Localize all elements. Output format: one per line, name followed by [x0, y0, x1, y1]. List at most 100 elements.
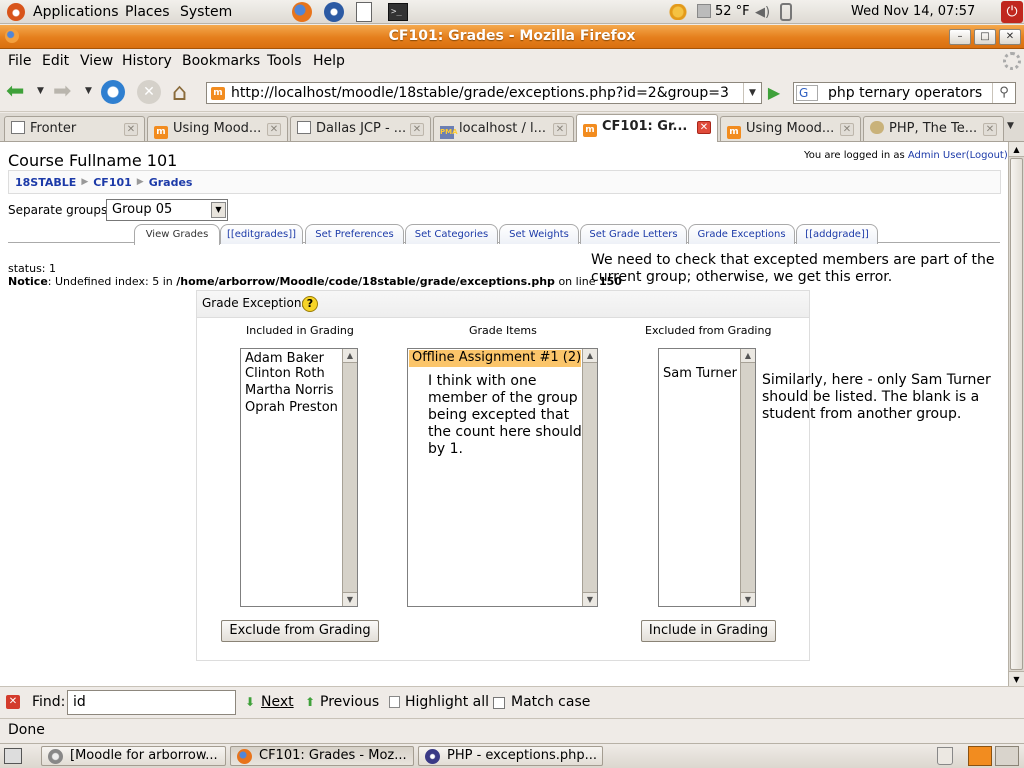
scroll-up-icon[interactable]: ▲ [343, 349, 357, 363]
scroll-up-icon[interactable]: ▲ [741, 349, 755, 363]
logout-link[interactable]: (Logout) [966, 150, 1008, 161]
tab-dallas-jcp[interactable]: Dallas JCP - ... ✕ [290, 116, 431, 141]
weather-icon[interactable] [668, 4, 688, 20]
url-text[interactable]: http://localhost/moodle/18stable/grade/e… [231, 85, 729, 101]
match-case-label[interactable]: Match case [511, 694, 590, 710]
highlight-icon[interactable] [389, 696, 400, 708]
menu-view[interactable]: View [80, 53, 113, 69]
tab-php-the-te[interactable]: PHP, The Te... ✕ [863, 116, 1004, 141]
forward-history-chevron-icon[interactable]: ▼ [85, 86, 92, 96]
search-engine-icon[interactable]: G [796, 85, 818, 101]
search-bar[interactable]: G php ternary operators ⚲ [793, 82, 1016, 104]
system-menu[interactable]: System [180, 4, 232, 20]
help-icon[interactable]: ? [302, 296, 318, 312]
workspace-1[interactable] [968, 746, 992, 766]
forward-icon[interactable]: ➡ [53, 81, 71, 103]
window-titlebar[interactable]: CF101: Grades - Mozilla Firefox – □ ✕ [0, 25, 1024, 49]
excluded-list[interactable]: Sam Turner ▲ ▼ [658, 348, 756, 607]
tab-using-moodle-2[interactable]: m Using Mood... ✕ [720, 116, 861, 141]
weather-temperature[interactable]: 52 °F [715, 4, 750, 19]
close-tab-icon[interactable]: ✕ [410, 123, 424, 136]
close-tab-icon[interactable]: ✕ [124, 123, 138, 136]
task-moodle-for-arborrow[interactable]: [Moodle for arborrow... [41, 746, 226, 766]
workspace-2[interactable] [995, 746, 1019, 766]
scroll-thumb[interactable] [1010, 158, 1023, 670]
email-launcher-icon[interactable] [324, 2, 344, 22]
tab-phpmyadmin[interactable]: PMAlocalhost / l... ✕ [433, 116, 574, 141]
scroll-down-icon[interactable]: ▼ [583, 592, 597, 606]
power-icon[interactable]: ⏻ [1001, 1, 1023, 23]
firefox-launcher-icon[interactable] [292, 2, 312, 22]
document-launcher-icon[interactable] [356, 2, 372, 22]
panel-clock[interactable]: Wed Nov 14, 07:57 [851, 4, 975, 19]
highlight-all-button[interactable]: Highlight all [405, 694, 489, 710]
close-tab-icon[interactable]: ✕ [553, 123, 567, 136]
match-case-checkbox[interactable] [493, 697, 505, 709]
tab-set-preferences[interactable]: Set Preferences [305, 224, 404, 244]
scroll-down-icon[interactable]: ▼ [1009, 671, 1024, 686]
tab-list-chevron-icon[interactable]: ▼ [1007, 121, 1014, 131]
breadcrumb-18stable[interactable]: 18STABLE [15, 176, 76, 189]
scrollbar[interactable]: ▲ ▼ [740, 349, 755, 606]
scroll-up-icon[interactable]: ▲ [583, 349, 597, 363]
include-in-grading-button[interactable]: Include in Grading [641, 620, 776, 642]
tab-cf101-grades[interactable]: m CF101: Gr... ✕ [576, 114, 718, 142]
scroll-down-icon[interactable]: ▼ [741, 592, 755, 606]
applications-menu[interactable]: Applications [33, 4, 119, 20]
close-tab-icon[interactable]: ✕ [840, 123, 854, 136]
maximize-button[interactable]: □ [974, 29, 996, 45]
stop-icon[interactable]: ✕ [137, 80, 161, 104]
url-dropdown-icon[interactable]: ▼ [743, 83, 761, 103]
included-list[interactable]: Adam Baker Clinton Roth Martha Norris Op… [240, 348, 358, 607]
group-select[interactable]: Group 05 ▼ [106, 199, 228, 221]
show-desktop-icon[interactable] [4, 748, 22, 764]
scroll-down-icon[interactable]: ▼ [343, 592, 357, 606]
url-bar[interactable]: m http://localhost/moodle/18stable/grade… [206, 82, 762, 104]
menu-tools[interactable]: Tools [267, 53, 302, 69]
search-text[interactable]: php ternary operators [828, 85, 982, 101]
home-icon[interactable]: ⌂ [172, 79, 187, 105]
tab-set-weights[interactable]: Set Weights [499, 224, 579, 244]
find-next-button[interactable]: Next [261, 694, 294, 710]
close-window-button[interactable]: ✕ [999, 29, 1021, 45]
places-menu[interactable]: Places [125, 4, 170, 20]
list-item[interactable]: Martha Norris [241, 383, 357, 400]
find-input-value[interactable]: id [73, 694, 86, 710]
breadcrumb-grades[interactable]: Grades [149, 176, 193, 189]
task-php-exceptions[interactable]: PHP - exceptions.php... [418, 746, 603, 766]
breadcrumb-cf101[interactable]: CF101 [93, 176, 132, 189]
gnome-foot-icon[interactable] [7, 3, 25, 21]
minimize-button[interactable]: – [949, 29, 971, 45]
tab-set-grade-letters[interactable]: Set Grade Letters [580, 224, 687, 244]
menu-history[interactable]: History [122, 53, 172, 69]
terminal-launcher-icon[interactable]: >_ [388, 3, 408, 21]
page-scrollbar[interactable]: ▲ ▼ [1008, 142, 1024, 686]
go-icon[interactable]: ▶ [764, 83, 784, 103]
list-item-selected[interactable]: Offline Assignment #1 (2) [409, 350, 581, 367]
menu-edit[interactable]: Edit [42, 53, 69, 69]
tab-using-moodle-1[interactable]: m Using Mood... ✕ [147, 116, 288, 141]
find-previous-button[interactable]: Previous [320, 694, 379, 710]
close-tab-icon[interactable]: ✕ [697, 121, 711, 134]
close-tab-icon[interactable]: ✕ [983, 123, 997, 136]
close-tab-icon[interactable]: ✕ [267, 123, 281, 136]
tab-set-categories[interactable]: Set Categories [405, 224, 498, 244]
close-find-icon[interactable]: ✕ [6, 695, 20, 709]
find-next-icon[interactable]: ⬇ [245, 695, 255, 709]
scrollbar[interactable]: ▲ ▼ [342, 349, 357, 606]
tab-fronter[interactable]: Fronter ✕ [4, 116, 145, 141]
trash-icon[interactable] [937, 747, 953, 765]
find-input[interactable]: id [67, 690, 236, 715]
login-user-link[interactable]: Admin User [908, 150, 966, 161]
volume-icon[interactable]: ◀) [755, 5, 770, 20]
list-item[interactable]: Adam Baker [241, 349, 357, 366]
menu-file[interactable]: File [8, 53, 31, 69]
search-icon[interactable]: ⚲ [992, 83, 1015, 103]
back-icon[interactable]: ⬅ [6, 81, 24, 103]
exclude-from-grading-button[interactable]: Exclude from Grading [221, 620, 379, 642]
tab-grade-exceptions[interactable]: Grade Exceptions [688, 224, 795, 244]
scroll-up-icon[interactable]: ▲ [1009, 142, 1024, 157]
tab-editgrades[interactable]: [[editgrades]] [220, 224, 303, 244]
menu-help[interactable]: Help [313, 53, 345, 69]
back-history-chevron-icon[interactable]: ▼ [37, 86, 44, 96]
